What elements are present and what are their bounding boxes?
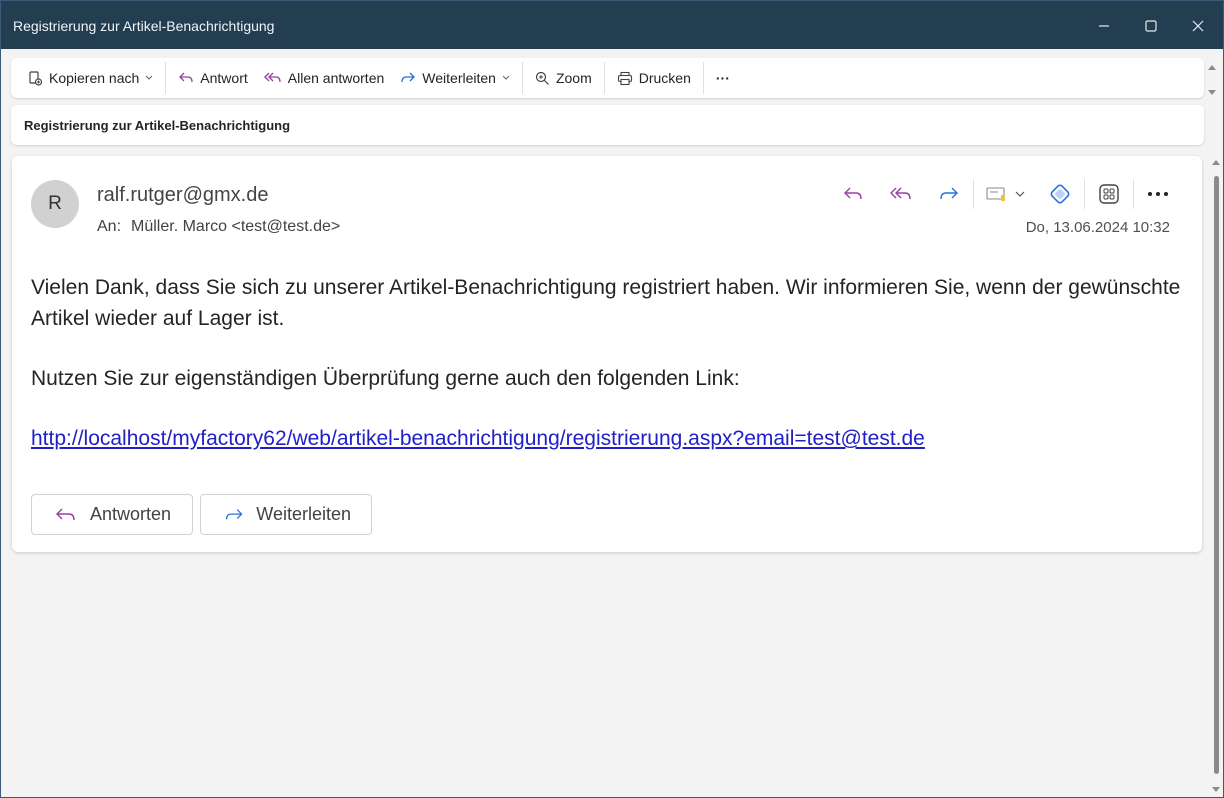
chevron-down-icon	[502, 75, 510, 80]
more-dots-icon	[1148, 192, 1168, 196]
minimize-button[interactable]	[1081, 11, 1127, 41]
zoom-label: Zoom	[555, 70, 592, 86]
reply-icon	[56, 508, 75, 520]
quick-reply-label: Antworten	[90, 504, 172, 524]
toolbar-divider	[165, 62, 167, 94]
recipient-value[interactable]: Müller. Marco <test@test.de>	[131, 218, 340, 235]
vertical-scrollbar[interactable]	[1211, 156, 1221, 796]
reply-all-icon	[890, 187, 911, 200]
scroll-up-icon[interactable]	[1212, 160, 1220, 165]
envelope-flag-icon	[986, 187, 1005, 201]
subject-bar: Registrierung zur Artikel-Benachrichtigu…	[11, 105, 1204, 145]
forward-label: Weiterleiten	[422, 70, 496, 86]
chevron-down-icon	[1015, 191, 1025, 197]
print-label: Drucken	[638, 70, 691, 86]
scrollbar-thumb[interactable]	[1214, 176, 1219, 774]
addin-button[interactable]	[1036, 176, 1084, 212]
zoom-icon	[535, 71, 549, 85]
title-bar[interactable]: Registrierung zur Artikel-Benachrichtigu…	[1, 1, 1223, 49]
forward-icon	[225, 508, 243, 519]
apps-grid-icon	[1099, 184, 1119, 204]
avatar[interactable]: R	[31, 180, 79, 228]
registration-link[interactable]: http://localhost/myfactory62/web/artikel…	[31, 427, 925, 450]
print-button[interactable]: Drucken	[609, 63, 699, 93]
body-paragraph: Vielen Dank, dass Sie sich zu unserer Ar…	[31, 276, 1181, 330]
reply-icon	[844, 187, 862, 200]
scroll-up-icon[interactable]	[1208, 65, 1216, 70]
to-label: An:	[97, 218, 122, 235]
reply-all-action-button[interactable]	[877, 176, 925, 212]
message-card: R ralf.rutger@gmx.de An: Müller. Marco <t…	[12, 156, 1202, 552]
reply-all-label: Allen antworten	[287, 70, 385, 86]
avatar-initial: R	[48, 193, 62, 214]
sender-address[interactable]: ralf.rutger@gmx.de	[97, 184, 268, 207]
forward-button[interactable]: Weiterleiten	[392, 63, 518, 93]
mark-menu-button[interactable]	[974, 176, 1036, 212]
chevron-down-icon	[145, 75, 153, 80]
quick-reply-button[interactable]: Antworten	[31, 494, 193, 535]
maximize-button[interactable]	[1128, 11, 1174, 41]
reply-all-button[interactable]: Allen antworten	[256, 63, 393, 93]
maximize-icon	[1145, 20, 1157, 32]
copy-to-button[interactable]: Kopieren nach	[19, 63, 161, 93]
toolbar-scroll[interactable]	[1207, 63, 1217, 97]
quick-forward-label: Weiterleiten	[256, 504, 351, 524]
reply-button[interactable]: Antwort	[170, 63, 255, 93]
close-icon	[1192, 20, 1204, 32]
toolbar-divider	[603, 62, 605, 94]
copy-to-label: Kopieren nach	[49, 70, 140, 86]
reply-all-icon	[263, 72, 281, 83]
mail-window: Registrierung zur Artikel-Benachrichtigu…	[0, 0, 1224, 798]
subject-title: Registrierung zur Artikel-Benachrichtigu…	[24, 118, 291, 133]
more-label: ···	[715, 70, 730, 86]
apps-button[interactable]	[1085, 176, 1133, 212]
minimize-icon	[1099, 25, 1109, 27]
window-title: Registrierung zur Artikel-Benachrichtigu…	[13, 18, 275, 34]
toolbar-divider	[521, 62, 523, 94]
command-toolbar: Kopieren nach Antwort Allen antworten We…	[11, 58, 1204, 98]
more-actions-button[interactable]	[1134, 176, 1182, 212]
message-date: Do, 13.06.2024 10:32	[1025, 219, 1170, 236]
close-button[interactable]	[1175, 11, 1221, 41]
forward-icon	[940, 187, 958, 200]
recipient-line: An: Müller. Marco <test@test.de>	[97, 218, 340, 236]
toolbar-divider	[702, 62, 704, 94]
reply-action-button[interactable]	[829, 176, 877, 212]
scroll-down-icon[interactable]	[1208, 90, 1216, 95]
forward-action-button[interactable]	[925, 176, 973, 212]
forward-icon	[401, 72, 416, 83]
reply-icon	[179, 72, 193, 83]
printer-icon	[617, 71, 632, 85]
reply-label: Antwort	[200, 70, 248, 86]
more-options-button[interactable]: ···	[708, 63, 738, 93]
zoom-button[interactable]: Zoom	[527, 63, 600, 93]
message-body: Vielen Dank, dass Sie sich zu unserer Ar…	[31, 272, 1181, 483]
diamond-addin-icon	[1050, 184, 1070, 204]
message-actions	[829, 176, 1182, 212]
copy-icon	[29, 71, 43, 86]
quick-forward-button[interactable]: Weiterleiten	[200, 494, 372, 535]
quick-reply-buttons: Antworten Weiterleiten	[31, 494, 379, 535]
scroll-down-icon[interactable]	[1212, 787, 1220, 792]
body-paragraph: Nutzen Sie zur eigenständigen Überprüfun…	[31, 367, 740, 390]
